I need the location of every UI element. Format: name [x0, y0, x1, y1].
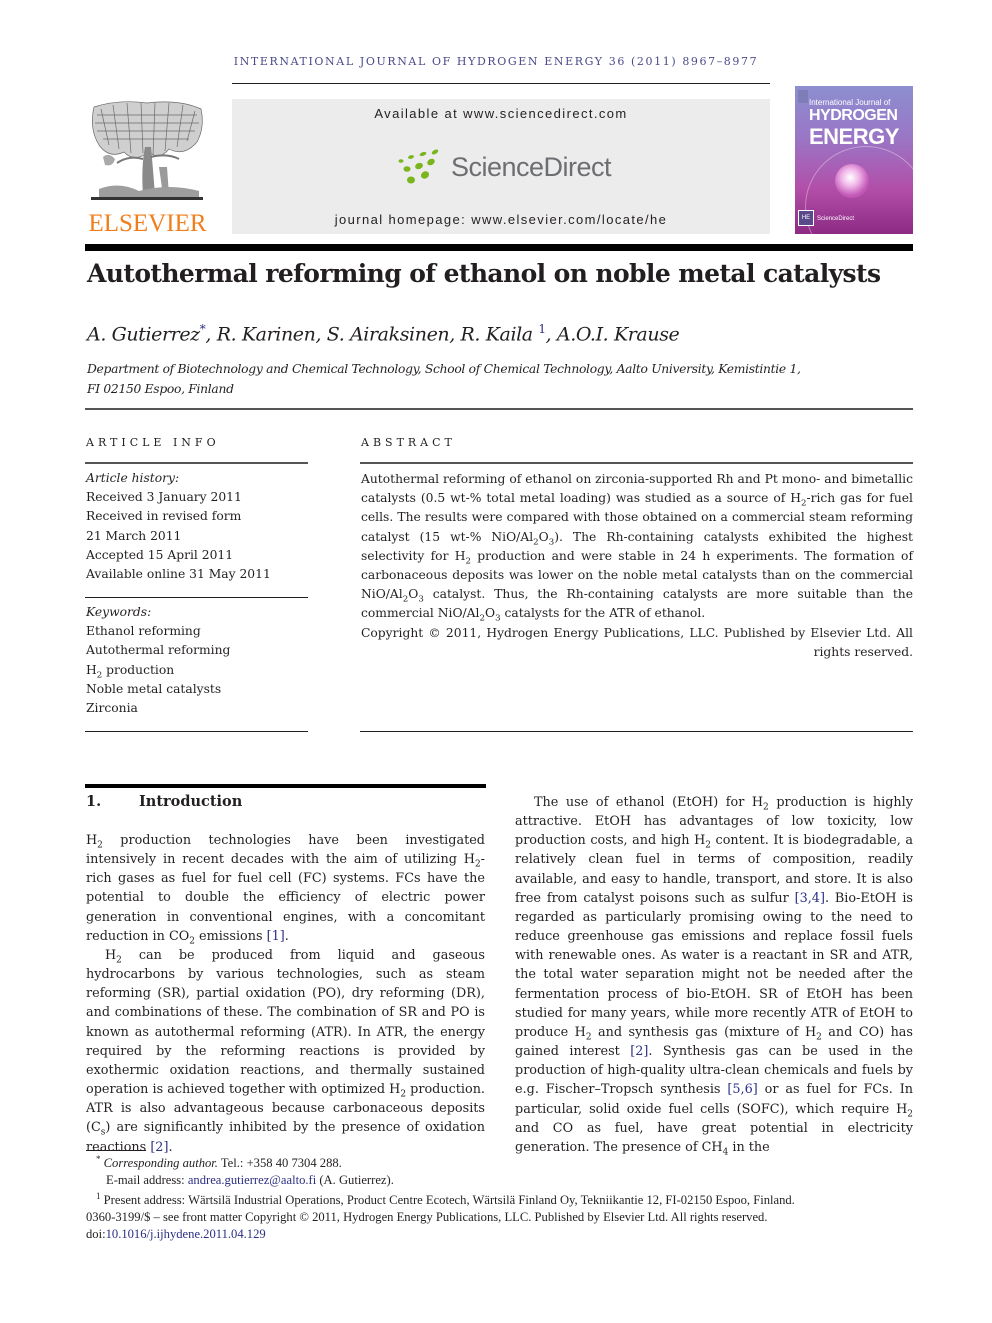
- abstract-divider: [360, 462, 913, 464]
- section-title: Introduction: [139, 793, 243, 810]
- elsevier-logo[interactable]: ELSEVIER: [85, 97, 210, 237]
- section-number: 1.: [86, 793, 102, 810]
- abstract-heading: ABSTRACT: [361, 436, 456, 449]
- sciencedirect-logo[interactable]: ScienceDirect: [397, 147, 612, 187]
- article-history: Article history: Received 3 January 2011…: [86, 469, 271, 584]
- available-at-text[interactable]: Available at www.sciencedirect.com: [232, 106, 770, 121]
- cover-title-line2: HYDROGEN: [809, 107, 898, 124]
- article-info-divider: [85, 462, 308, 464]
- section-divider: [85, 408, 913, 410]
- header-divider: [232, 83, 770, 84]
- history-item: Available online 31 May 2011: [86, 567, 271, 582]
- keyword-item: Ethanol reforming: [86, 624, 201, 639]
- author-name[interactable]: S. Airaksinen: [327, 323, 450, 345]
- header-thick-rule: [85, 244, 913, 251]
- keyword-item: H2 production: [86, 662, 175, 681]
- cover-he-badge: HE: [798, 210, 814, 226]
- sciencedirect-dots-icon: [398, 149, 439, 184]
- keyword-item: Zirconia: [86, 701, 138, 716]
- author-list: A. Gutierrez*, R. Karinen, S. Airaksinen…: [87, 322, 680, 346]
- footnote-present-address: 1 Present address: Wärtsilä Industrial O…: [96, 1191, 795, 1208]
- doi-line: doi:10.1016/j.ijhydene.2011.04.129: [86, 1226, 266, 1241]
- body-paragraph: The use of ethanol (EtOH) for H2 product…: [515, 795, 914, 1158]
- keywords-label: Keywords:: [86, 605, 152, 619]
- footnotes: * Corresponding author. Tel.: +358 40 73…: [86, 1151, 913, 1242]
- citation-link[interactable]: [3,4]: [795, 891, 825, 906]
- abstract-divider: [360, 731, 913, 732]
- elsevier-tree-icon: [91, 101, 203, 200]
- author-name[interactable]: R. Karinen: [217, 323, 316, 345]
- author-name[interactable]: A.O.I. Krause: [557, 323, 680, 345]
- corresponding-author-mark[interactable]: *: [200, 322, 206, 336]
- footnote-corresponding: * Corresponding author. Tel.: +358 40 73…: [96, 1154, 342, 1171]
- article-history-label: Article history:: [86, 471, 180, 485]
- cover-sciencedirect-text: ScienceDirect: [817, 216, 855, 222]
- history-item: Received in revised form: [86, 509, 242, 524]
- journal-homepage-text[interactable]: journal homepage: www.elsevier.com/locat…: [232, 212, 770, 227]
- author-name[interactable]: A. Gutierrez: [87, 323, 200, 345]
- doi-link[interactable]: 10.1016/j.ijhydene.2011.04.129: [106, 1227, 266, 1241]
- body-paragraph: H2 production technologies have been inv…: [86, 833, 485, 947]
- cover-title-line3: ENERGY: [809, 124, 899, 149]
- affiliation-line: Department of Biotechnology and Chemical…: [87, 362, 801, 376]
- history-item: 21 March 2011: [86, 528, 182, 543]
- body-column-right: The use of ethanol (EtOH) for H2 product…: [515, 793, 913, 1157]
- article-info-divider: [85, 597, 308, 598]
- citation-link[interactable]: [5,6]: [727, 1082, 757, 1097]
- footnote-mark[interactable]: 1: [538, 322, 546, 336]
- abstract-text: Autothermal reforming of ethanol on zirc…: [361, 470, 913, 662]
- section-heading-rule: [85, 784, 486, 788]
- cover-orb-graphic: [835, 164, 869, 198]
- article-title: Autothermal reforming of ethanol on nobl…: [87, 259, 881, 288]
- history-item: Received 3 January 2011: [86, 490, 242, 505]
- author-name[interactable]: R. Kaila: [461, 323, 534, 345]
- abstract-copyright: Copyright © 2011, Hydrogen Energy Public…: [361, 625, 913, 659]
- keyword-item: Autothermal reforming: [86, 643, 231, 658]
- abstract-paragraph: Autothermal reforming of ethanol on zirc…: [361, 472, 913, 624]
- issn-copyright-line: 0360-3199/$ – see front matter Copyright…: [86, 1210, 768, 1225]
- article-info-divider: [85, 731, 308, 732]
- affiliation: Department of Biotechnology and Chemical…: [87, 360, 801, 399]
- body-paragraph: H2 can be produced from liquid and gaseo…: [86, 947, 486, 1155]
- cover-title-line1: International Journal of: [809, 98, 891, 107]
- cover-elsevier-icon: [798, 90, 808, 103]
- email-link[interactable]: andrea.gutierrez@aalto.fi: [188, 1173, 316, 1187]
- sciencedirect-banner: Available at www.sciencedirect.com Scien…: [232, 99, 770, 234]
- keywords: Keywords: Ethanol reforming Autothermal …: [86, 603, 230, 718]
- citation-link[interactable]: [2]: [630, 1044, 648, 1059]
- affiliation-line: FI 02150 Espoo, Finland: [87, 381, 234, 396]
- citation-link[interactable]: [1]: [267, 929, 285, 944]
- elsevier-wordmark: ELSEVIER: [88, 210, 207, 237]
- body-column-left: H2 production technologies have been inv…: [86, 831, 485, 1157]
- journal-cover-image[interactable]: International Journal of HYDROGEN ENERGY…: [795, 86, 913, 234]
- footnote-email: E-mail address: andrea.gutierrez@aalto.f…: [106, 1172, 394, 1187]
- history-item: Accepted 15 April 2011: [86, 547, 234, 562]
- article-info-heading: ARTICLE INFO: [86, 436, 220, 449]
- journal-citation-line: INTERNATIONAL JOURNAL OF HYDROGEN ENERGY…: [233, 55, 759, 68]
- section-heading: 1. Introduction: [86, 793, 242, 810]
- sciencedirect-wordmark: ScienceDirect: [451, 152, 612, 182]
- keyword-item: Noble metal catalysts: [86, 681, 222, 696]
